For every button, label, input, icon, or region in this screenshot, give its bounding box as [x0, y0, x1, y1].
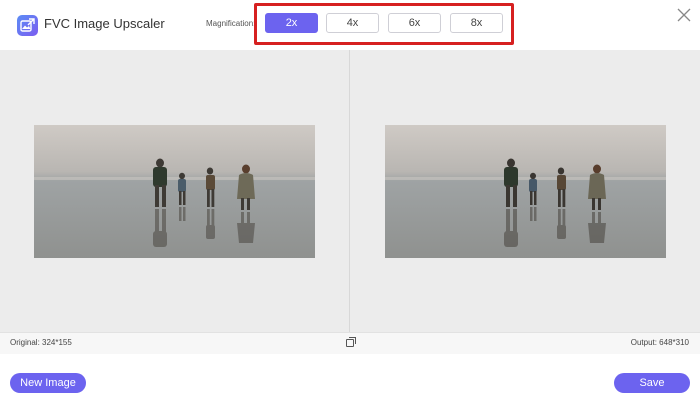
original-image-preview: [34, 125, 315, 258]
magnification-4x-button[interactable]: 4x: [326, 13, 379, 33]
save-button[interactable]: Save: [614, 373, 690, 393]
app-title: FVC Image Upscaler: [44, 16, 165, 31]
magnification-6x-button[interactable]: 6x: [388, 13, 441, 33]
close-icon[interactable]: [675, 6, 693, 24]
app-footer: [0, 354, 700, 411]
image-upscaler-logo-icon: [17, 15, 38, 36]
output-size-label: Output: 648*310: [630, 338, 689, 347]
new-image-button[interactable]: New Image: [10, 373, 86, 393]
original-size-label: Original: 324*155: [10, 338, 72, 347]
output-image-preview: [385, 125, 666, 258]
compare-icon[interactable]: [346, 337, 356, 347]
magnification-2x-button[interactable]: 2x: [265, 13, 318, 33]
preview-divider: [349, 50, 350, 332]
magnification-label: Magnification:: [206, 19, 256, 28]
magnification-8x-button[interactable]: 8x: [450, 13, 503, 33]
